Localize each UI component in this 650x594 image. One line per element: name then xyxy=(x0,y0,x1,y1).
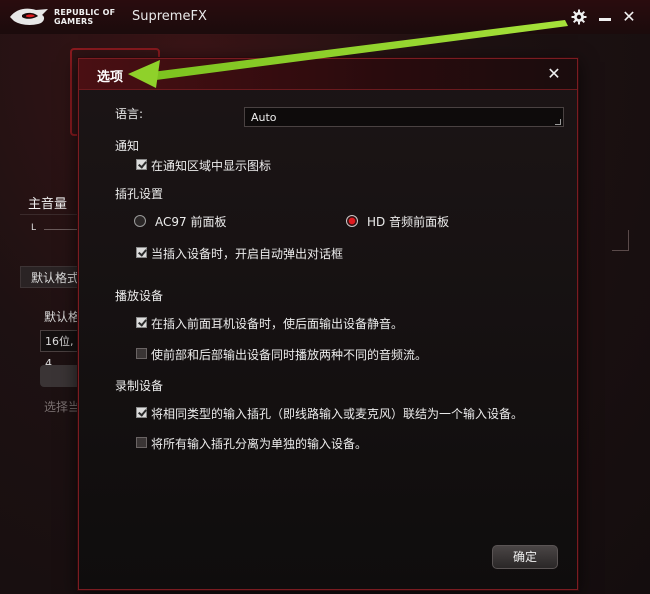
show-tray-icon-checkbox[interactable] xyxy=(136,159,147,170)
app-title: SupremeFX xyxy=(132,9,207,24)
jack-section-heading: 插孔设置 xyxy=(115,187,164,201)
language-select[interactable]: Auto xyxy=(244,107,564,127)
mute-rear-label: 在插入前面耳机设备时，使后面输出设备静音。 xyxy=(151,317,404,331)
language-value: Auto xyxy=(251,111,277,124)
ac97-radio[interactable] xyxy=(134,215,146,227)
dual-stream-label: 使前部和后部输出设备同时播放两种不同的音频流。 xyxy=(151,348,428,362)
dialog-header: 选项 ✕ xyxy=(79,59,577,90)
auto-popup-checkbox[interactable] xyxy=(136,247,147,258)
resize-corner-icon xyxy=(555,119,561,125)
dialog-title: 选项 xyxy=(97,70,124,85)
options-dialog: 选项 ✕ 语言: Auto 通知 在通知区域中显示图标 插孔设置 AC97 前面… xyxy=(78,58,578,590)
combine-inputs-label: 将相同类型的输入插孔（即线路输入或麦克风）联结为一个输入设备。 xyxy=(151,407,524,421)
slider-end xyxy=(612,230,629,251)
ac97-label: AC97 前面板 xyxy=(155,215,227,229)
minimize-icon[interactable] xyxy=(596,8,614,26)
dialog-close-icon[interactable]: ✕ xyxy=(545,65,563,83)
master-volume-label: 主音量 xyxy=(28,197,68,212)
default-format-label: 默认格 xyxy=(44,310,81,324)
rog-eye-icon xyxy=(10,8,48,25)
playback-section-heading: 播放设备 xyxy=(115,289,164,303)
background-button[interactable] xyxy=(40,365,82,387)
close-icon[interactable]: ✕ xyxy=(620,8,638,26)
format-select[interactable]: 16位, 4 xyxy=(40,330,82,370)
brand-line-1: REPUBLIC OF xyxy=(54,8,116,17)
background-hint: 选择当 xyxy=(44,400,81,414)
separate-inputs-label: 将所有输入插孔分离为单独的输入设备。 xyxy=(151,437,368,451)
ok-button[interactable]: 确定 xyxy=(492,545,558,569)
auto-popup-label: 当插入设备时，开启自动弹出对话框 xyxy=(151,247,344,261)
hd-audio-label: HD 音频前面板 xyxy=(367,215,450,229)
separate-inputs-checkbox[interactable] xyxy=(136,437,147,448)
rog-logo: REPUBLIC OF GAMERS xyxy=(8,5,128,29)
brand-text: REPUBLIC OF GAMERS xyxy=(54,8,115,26)
language-label: 语言: xyxy=(115,107,144,121)
notify-section-heading: 通知 xyxy=(115,139,140,153)
channel-l-label: L xyxy=(31,223,37,233)
supremefx-window: REPUBLIC OF GAMERS SupremeFX ✕ 主音量 L 默认格… xyxy=(0,0,650,594)
tab-default-format[interactable]: 默认格式 xyxy=(20,266,84,288)
title-bar: REPUBLIC OF GAMERS SupremeFX ✕ xyxy=(0,0,650,34)
combine-inputs-checkbox[interactable] xyxy=(136,407,147,418)
hd-audio-radio[interactable] xyxy=(346,215,358,227)
brand-line-2: GAMERS xyxy=(54,17,94,26)
dual-stream-checkbox[interactable] xyxy=(136,348,147,359)
record-section-heading: 录制设备 xyxy=(115,379,164,393)
gear-icon[interactable] xyxy=(570,8,588,26)
mute-rear-checkbox[interactable] xyxy=(136,317,147,328)
show-tray-icon-label: 在通知区域中显示图标 xyxy=(151,159,272,173)
